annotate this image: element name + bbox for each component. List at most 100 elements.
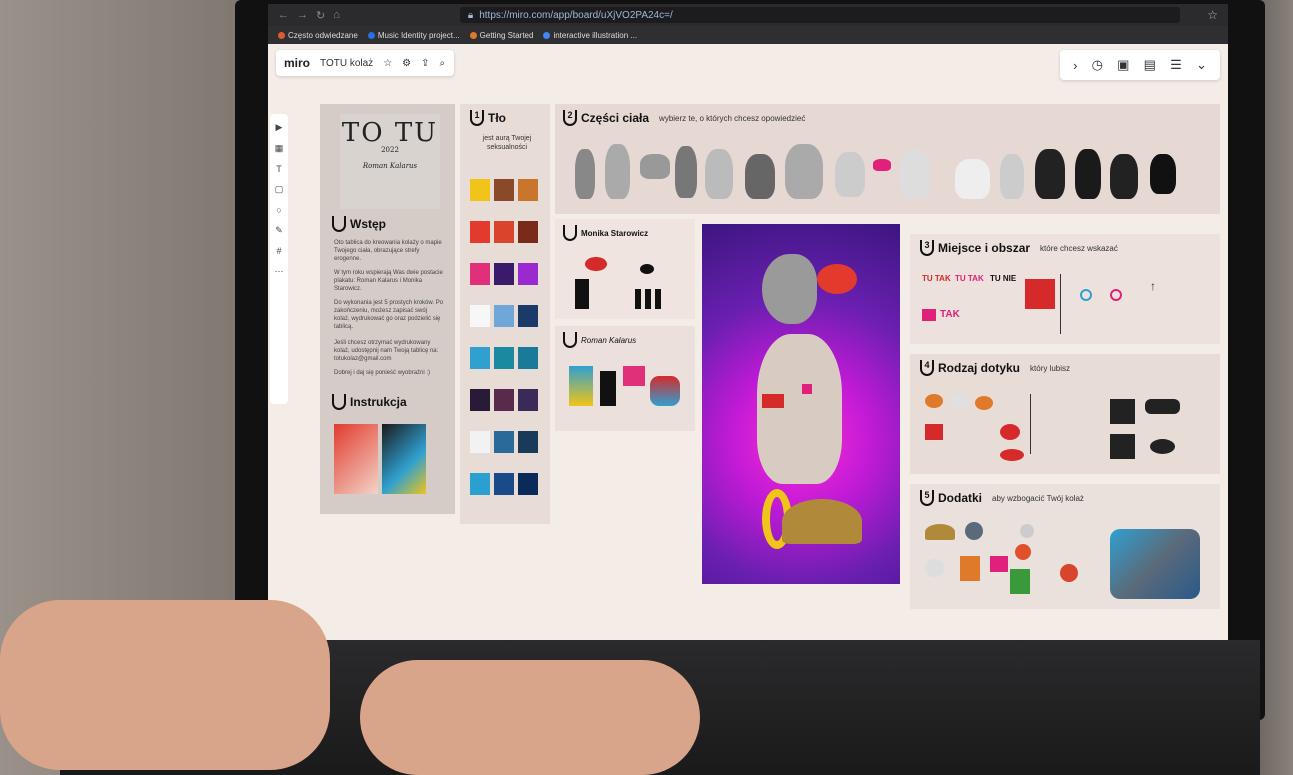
tak-sticker[interactable]: TAK [940,309,960,320]
body-part-cutout[interactable] [605,144,630,199]
collage-canvas[interactable] [702,224,900,584]
tu-tak-sticker[interactable]: TU TAK [922,274,951,283]
bookmark-item[interactable]: interactive illustration ... [543,31,637,40]
kalarus-sticker[interactable] [650,376,680,406]
orange-sticker[interactable] [1015,544,1031,560]
shell-sticker[interactable] [925,524,955,540]
reload-icon[interactable]: ↻ [316,9,325,22]
touch-sticker[interactable] [975,396,993,410]
lips-cutout[interactable] [873,159,891,171]
background-swatch[interactable] [518,221,538,243]
monika-sticker-panel[interactable]: Monika Starowicz [555,219,695,319]
body-part-cutout[interactable] [640,154,670,179]
background-swatch[interactable] [518,389,538,411]
statue-cutout[interactable] [757,334,842,484]
board-name[interactable]: TOTU kolaż [320,58,373,69]
heart-sticker[interactable] [802,384,812,394]
more-icon[interactable]: ⌄ [1196,57,1207,73]
mouth-sticker[interactable] [640,264,654,274]
tu-nie-sticker[interactable]: TU NIE [990,274,1016,283]
body-part-cutout[interactable] [1150,154,1176,194]
background-swatch[interactable] [470,263,490,285]
figure-sticker[interactable] [575,279,589,309]
sticky-tool-icon[interactable]: ▢ [275,184,284,195]
more-tools-icon[interactable]: ⋯ [275,266,284,277]
body-part-cutout[interactable] [575,149,595,199]
text-tool-icon[interactable]: T [276,164,282,174]
lips-sticker[interactable] [585,257,607,271]
background-swatch[interactable] [470,221,490,243]
step4-panel[interactable]: 4 Rodzaj dotyku który lubisz [910,354,1220,474]
body-part-cutout[interactable] [745,154,775,199]
body-part-cutout[interactable] [1110,154,1138,199]
bookmark-item[interactable]: Music Identity project... [367,31,460,40]
instruction-thumb[interactable] [382,424,426,494]
frame-tool-icon[interactable]: # [276,246,281,256]
search-icon[interactable]: ⌕ [440,58,446,69]
body-part-cutout[interactable] [1000,154,1024,199]
background-swatch[interactable] [494,473,514,495]
kalarus-sticker[interactable] [623,366,645,386]
star-icon[interactable]: ☆ [1207,8,1218,22]
timer-icon[interactable]: ◷ [1092,57,1103,73]
bookmark-item[interactable]: Często odwiedzane [278,31,358,40]
template-tool-icon[interactable]: ▦ [275,143,284,154]
background-swatch[interactable] [518,305,538,327]
body-part-cutout[interactable] [785,144,823,199]
shape-tool-icon[interactable]: ○ [276,205,281,215]
background-swatch[interactable] [518,473,538,495]
body-part-cutout[interactable] [1075,149,1101,199]
step5-panel[interactable]: 5 Dodatki aby wzbogacić Twój kolaż [910,484,1220,609]
body-part-cutout[interactable] [835,152,865,197]
body-part-cutout[interactable] [955,159,990,199]
select-tool-icon[interactable]: ▶ [276,122,283,133]
background-swatch[interactable] [518,179,538,201]
step2-panel[interactable]: 2 Części ciała wybierz te, o których chc… [555,104,1220,214]
touch-sticker[interactable] [925,424,943,440]
miro-board-canvas[interactable]: TO TU 2022 Roman Kalarus Wstęp Oto tabli… [290,104,1220,664]
whip-sticker[interactable] [1110,434,1135,459]
background-swatch[interactable] [494,389,514,411]
body-part-cutout[interactable] [900,149,930,199]
pen-tool-icon[interactable]: ✎ [275,225,283,236]
comment-icon[interactable]: ▤ [1144,57,1156,73]
home-icon[interactable]: ⌂ [333,9,340,22]
lips-overlay[interactable] [762,394,784,408]
background-swatch[interactable] [470,431,490,453]
settings-icon[interactable]: ⚙ [402,58,411,69]
background-swatch[interactable] [470,179,490,201]
collapse-icon[interactable]: › [1073,58,1077,73]
background-swatch[interactable] [470,347,490,369]
back-icon[interactable]: ← [278,9,289,22]
stripes-sticker[interactable] [635,289,665,309]
cactus-sticker[interactable] [1010,569,1030,594]
planet-sticker[interactable] [965,522,983,540]
background-swatch[interactable] [470,389,490,411]
cover-panel[interactable]: TO TU 2022 Roman Kalarus Wstęp Oto tabli… [320,104,455,514]
body-part-cutout[interactable] [705,149,733,199]
step3-panel[interactable]: 3 Miejsce i obszar które chcesz wskazać … [910,234,1220,344]
astronaut-sticker[interactable] [925,559,945,577]
background-swatch[interactable] [494,263,514,285]
sticky-icon[interactable]: ▣ [1117,57,1129,73]
touch-sticker[interactable] [950,394,968,410]
moon-sticker[interactable] [1020,524,1034,538]
bookmark-item[interactable]: Getting Started [469,31,533,40]
cuff-sticker[interactable] [1150,439,1175,454]
touch-sticker[interactable] [925,394,943,408]
restraint-sticker[interactable] [1145,399,1180,414]
heart-sticker[interactable] [990,556,1008,572]
kalarus-sticker[interactable] [569,366,593,406]
body-part-cutout[interactable] [1035,149,1065,199]
heart-sticker[interactable] [922,309,936,321]
restraint-sticker[interactable] [1110,399,1135,424]
upload-icon[interactable]: ⇪ [421,58,429,69]
butterfly-sticker[interactable] [960,556,980,581]
kalarus-sticker-panel[interactable]: Roman Kalarus [555,326,695,431]
background-swatch[interactable] [518,347,538,369]
shell-cutout[interactable] [782,499,862,544]
ear-cutout[interactable] [762,254,817,324]
extras-collage-sticker[interactable] [1110,529,1200,599]
spiral-sticker[interactable] [1110,289,1122,301]
background-swatch[interactable] [494,431,514,453]
